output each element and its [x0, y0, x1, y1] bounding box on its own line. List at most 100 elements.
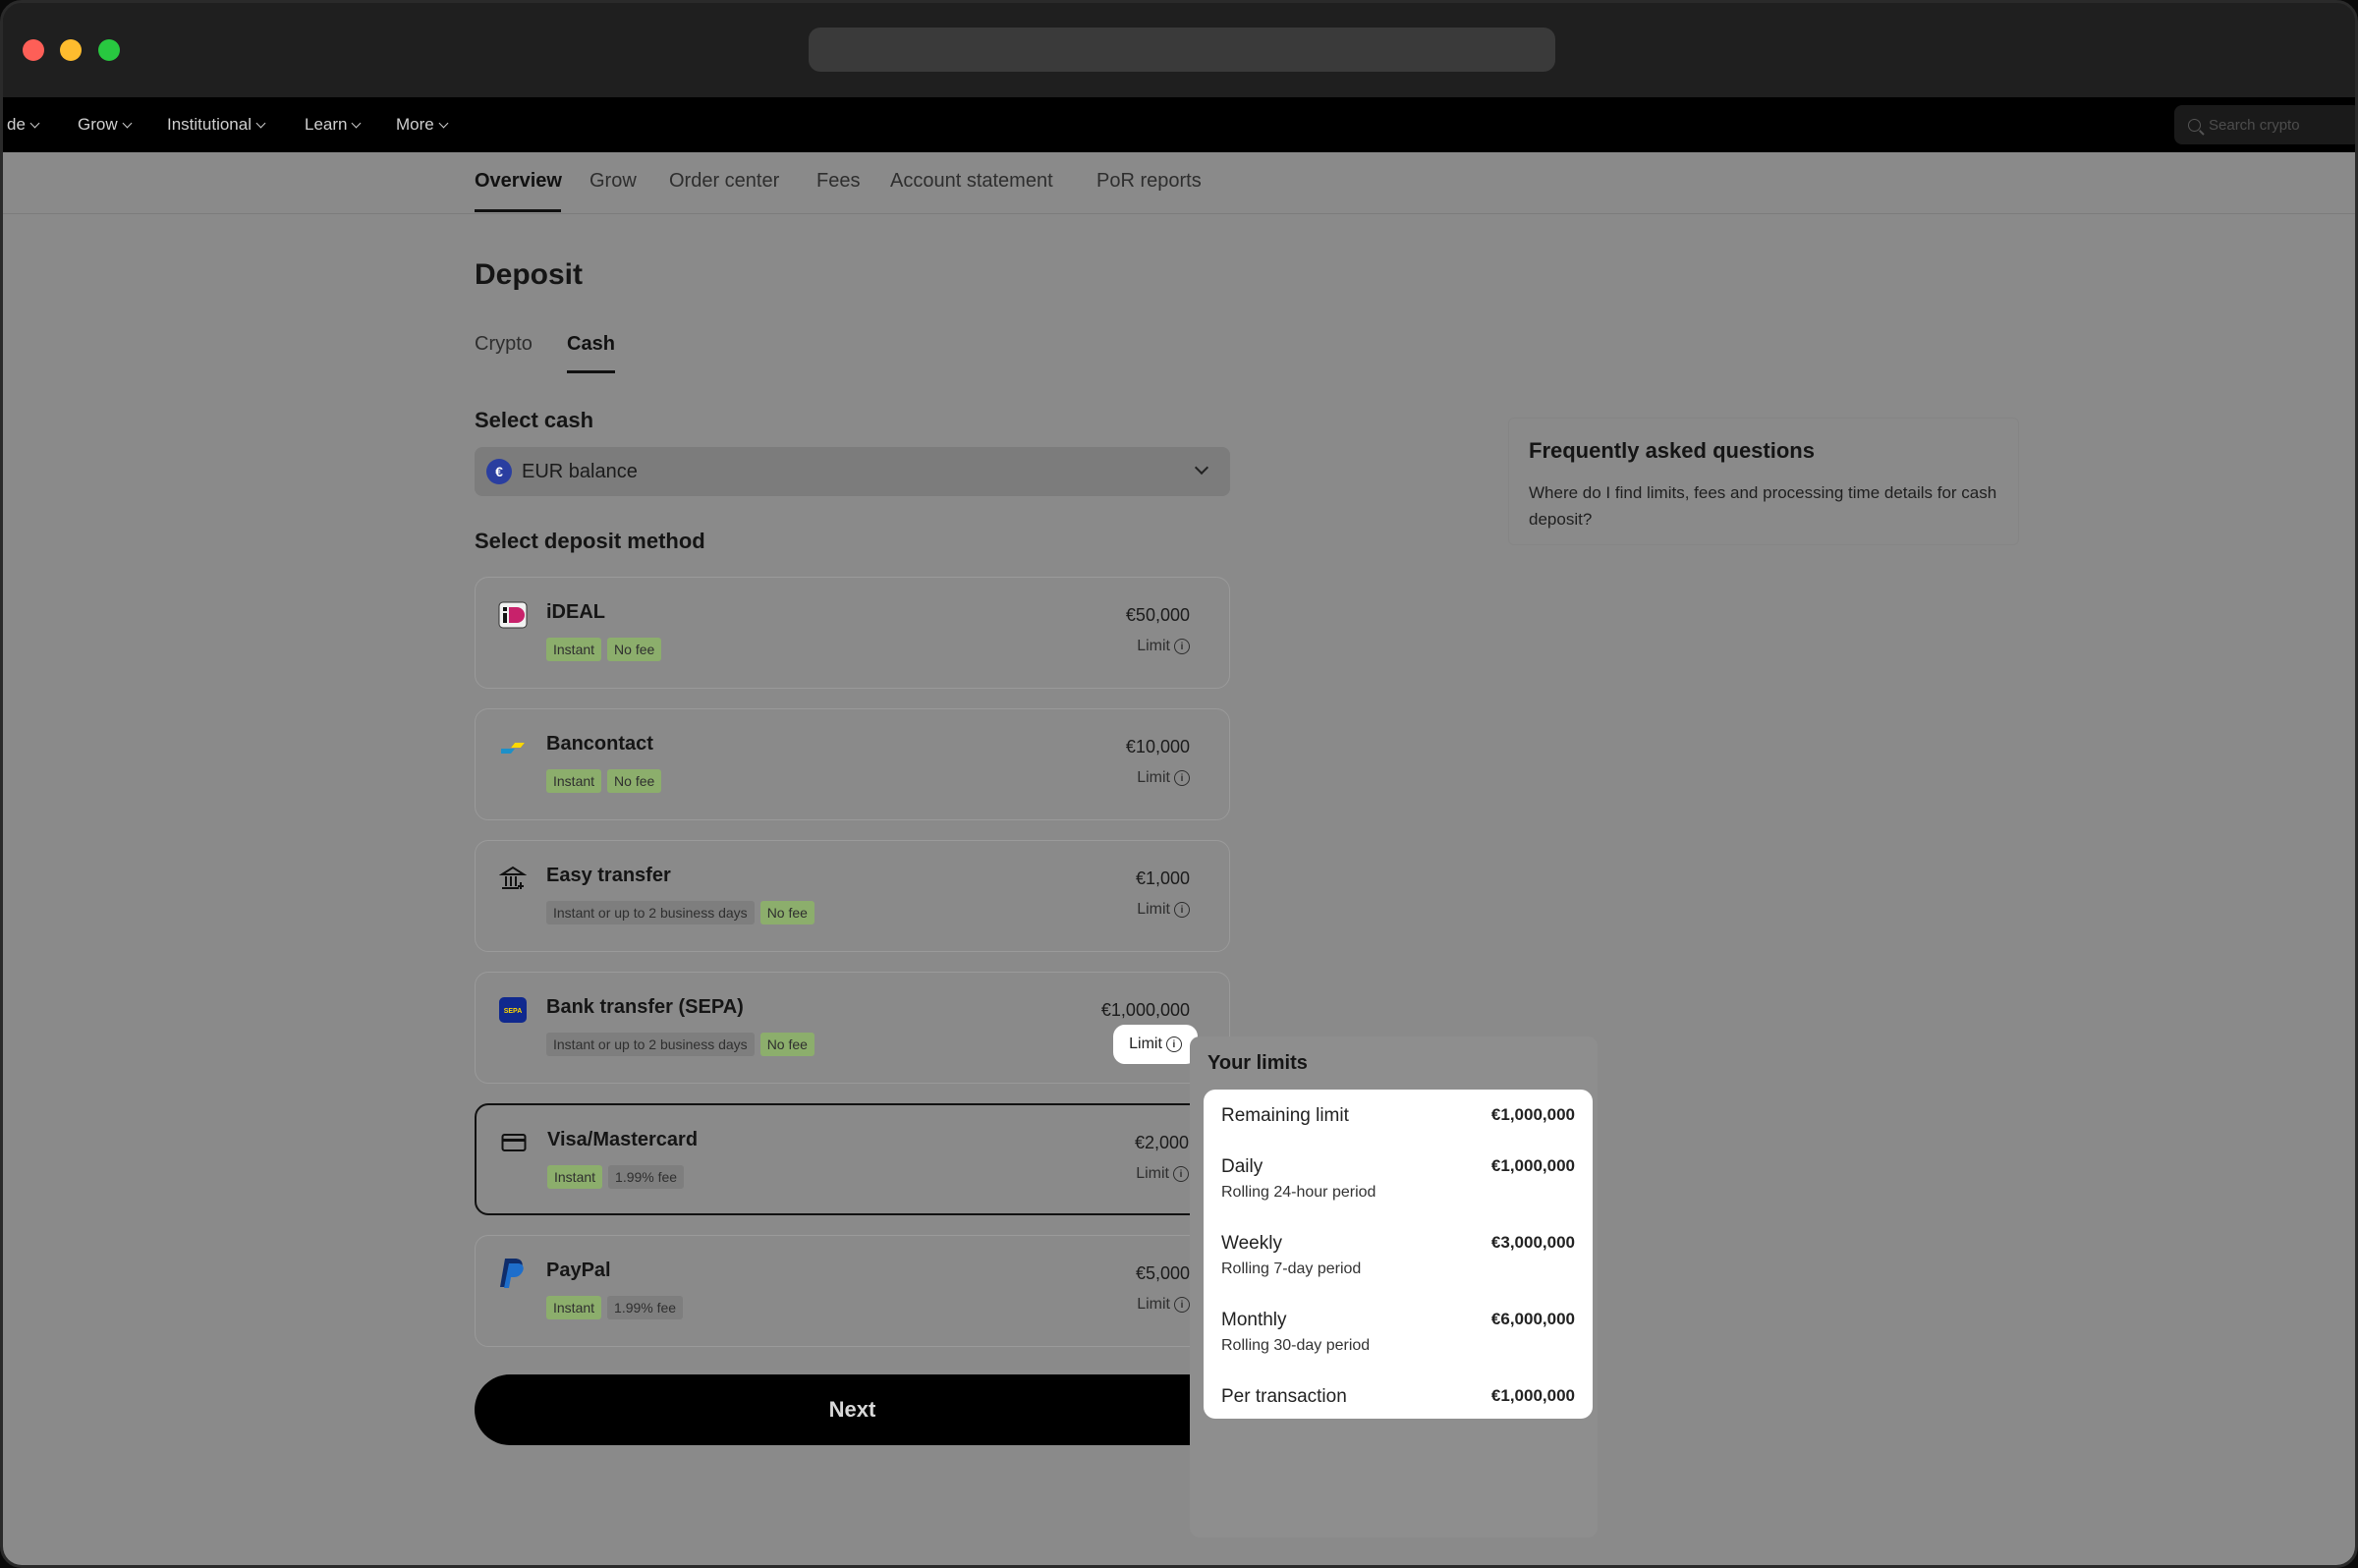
- limit-info-button[interactable]: Limit i: [1137, 769, 1190, 787]
- bank-icon: [497, 863, 529, 894]
- nav-item-more[interactable]: More: [396, 115, 449, 135]
- method-paypal[interactable]: PayPal Instant 1.99% fee €5,000 Limit i: [475, 1235, 1230, 1347]
- info-icon: i: [1165, 1036, 1182, 1052]
- paypal-icon: [497, 1258, 529, 1289]
- limit-info-button[interactable]: Limit i: [1137, 1296, 1190, 1314]
- speed-tag: Instant: [546, 1296, 602, 1319]
- tab-por-reports[interactable]: PoR reports: [1096, 170, 1202, 193]
- fee-tag: 1.99% fee: [607, 1296, 684, 1319]
- method-title: PayPal: [546, 1260, 611, 1281]
- method-max-amount: €10,000: [1125, 737, 1190, 756]
- method-title: iDEAL: [546, 601, 605, 623]
- tab-crypto[interactable]: Crypto: [475, 333, 533, 356]
- method-max-amount: €5,000: [1135, 1263, 1190, 1283]
- bancontact-icon: [497, 731, 529, 762]
- method-title: Bank transfer (SEPA): [546, 996, 744, 1018]
- speed-tag: Instant: [546, 638, 602, 661]
- sepa-icon: SEPA: [497, 994, 529, 1026]
- info-icon: i: [1174, 1297, 1190, 1313]
- limit-label: Limit: [1136, 1165, 1169, 1182]
- nav-item-learn[interactable]: Learn: [305, 115, 362, 135]
- cash-currency-select[interactable]: € EUR balance: [475, 447, 1230, 496]
- method-easy-transfer[interactable]: Easy transfer Instant or up to 2 busines…: [475, 840, 1230, 952]
- divider: [3, 213, 2355, 214]
- chevron-down-icon: [29, 118, 40, 128]
- browser-window: de Grow Institutional Learn More Search …: [0, 0, 2358, 1568]
- active-tab-indicator: [475, 209, 561, 212]
- close-window-button[interactable]: [23, 39, 44, 61]
- minimize-window-button[interactable]: [60, 39, 82, 61]
- nav-item-grow[interactable]: Grow: [78, 115, 133, 135]
- faq-title: Frequently asked questions: [1529, 438, 1815, 463]
- limit-row-monthly: Monthly Rolling 30-day period €6,000,000: [1221, 1310, 1575, 1355]
- speed-tag: Instant: [547, 1165, 603, 1189]
- search-input[interactable]: Search crypto: [2174, 105, 2355, 144]
- page-content: Overview Grow Order center Fees Account …: [3, 152, 2355, 1565]
- svg-text:SEPA: SEPA: [504, 1008, 523, 1015]
- fee-tag: No fee: [759, 1033, 814, 1056]
- nav-item-institutional[interactable]: Institutional: [167, 115, 266, 135]
- speed-tag: Instant or up to 2 business days: [546, 901, 755, 924]
- limit-row-value: €3,000,000: [1490, 1233, 1575, 1252]
- faq-question-link[interactable]: Where do I find limits, fees and process…: [1529, 479, 1998, 532]
- method-ideal[interactable]: iDEAL Instant No fee €50,000 Limit i: [475, 577, 1230, 689]
- next-button[interactable]: Next: [475, 1374, 1230, 1445]
- tab-account-statement[interactable]: Account statement: [890, 170, 1053, 193]
- chevron-down-icon: [352, 118, 362, 128]
- limit-row-remaining: Remaining limit €1,000,000: [1221, 1105, 1575, 1127]
- nav-item-trade[interactable]: de: [7, 115, 40, 135]
- limit-label: Limit: [1137, 1296, 1170, 1313]
- limit-info-button-active[interactable]: Limit i: [1113, 1025, 1198, 1064]
- method-max-amount: €50,000: [1125, 605, 1190, 625]
- limits-popover: Your limits Remaining limit €1,000,000 D…: [1190, 1036, 1598, 1538]
- select-value: EUR balance: [522, 460, 638, 482]
- method-title: Easy transfer: [546, 865, 671, 886]
- fee-tag: No fee: [759, 901, 814, 924]
- info-icon: i: [1174, 770, 1190, 786]
- method-bancontact[interactable]: Bancontact Instant No fee €10,000 Limit i: [475, 708, 1230, 820]
- address-bar[interactable]: [809, 28, 1555, 72]
- active-tab-indicator: [567, 370, 615, 373]
- search-icon: [2188, 118, 2201, 132]
- limit-label: Limit: [1137, 769, 1170, 786]
- tab-fees[interactable]: Fees: [816, 170, 860, 193]
- tab-grow[interactable]: Grow: [590, 170, 637, 193]
- credit-card-icon: [498, 1127, 530, 1158]
- tab-order-center[interactable]: Order center: [669, 170, 779, 193]
- method-max-amount: €2,000: [1134, 1133, 1189, 1152]
- limit-info-button[interactable]: Limit i: [1137, 638, 1190, 655]
- method-title: Bancontact: [546, 733, 653, 755]
- limit-row-value: €1,000,000: [1490, 1386, 1575, 1405]
- speed-tag: Instant or up to 2 business days: [546, 1033, 755, 1056]
- limit-row-sub: Rolling 7-day period: [1221, 1260, 1362, 1277]
- nav-label: Grow: [78, 115, 118, 134]
- tab-overview[interactable]: Overview: [475, 170, 562, 193]
- chevron-down-icon: [255, 118, 266, 128]
- limit-row-value: €1,000,000: [1490, 1105, 1575, 1124]
- tab-cash[interactable]: Cash: [567, 333, 615, 356]
- info-icon: i: [1173, 1166, 1189, 1182]
- limit-row-weekly: Weekly Rolling 7-day period €3,000,000: [1221, 1233, 1575, 1278]
- chevron-down-icon: [438, 118, 449, 128]
- select-cash-label: Select cash: [475, 408, 594, 432]
- search-placeholder: Search crypto: [2209, 116, 2300, 134]
- chevron-down-icon: [122, 118, 133, 128]
- limit-label: Limit: [1137, 901, 1170, 918]
- nav-label: Learn: [305, 115, 348, 134]
- limit-row-value: €1,000,000: [1490, 1156, 1575, 1175]
- limit-row-sub: Rolling 30-day period: [1221, 1337, 1371, 1354]
- euro-icon: €: [486, 459, 512, 484]
- nav-label: Institutional: [167, 115, 252, 134]
- method-max-amount: €1,000: [1135, 868, 1190, 888]
- limit-row-daily: Daily Rolling 24-hour period €1,000,000: [1221, 1156, 1575, 1202]
- limit-info-button[interactable]: Limit i: [1137, 901, 1190, 919]
- limit-info-button[interactable]: Limit i: [1136, 1165, 1189, 1183]
- fee-tag: No fee: [607, 638, 662, 661]
- maximize-window-button[interactable]: [98, 39, 120, 61]
- nav-label: de: [7, 115, 26, 134]
- nav-label: More: [396, 115, 434, 134]
- limit-label: Limit: [1137, 638, 1170, 654]
- limit-label: Limit: [1129, 1036, 1162, 1052]
- method-visa-mastercard[interactable]: Visa/Mastercard Instant 1.99% fee €2,000…: [475, 1103, 1230, 1215]
- top-navbar: de Grow Institutional Learn More Search …: [3, 97, 2355, 152]
